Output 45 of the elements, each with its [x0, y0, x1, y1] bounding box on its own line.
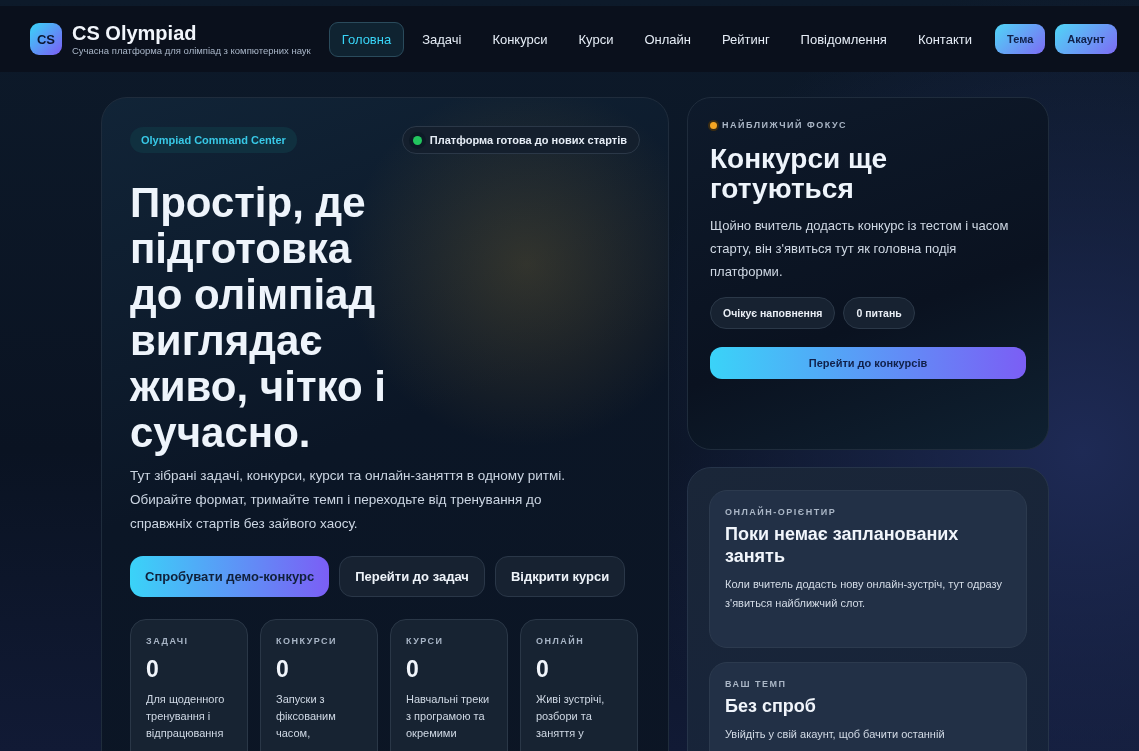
nav-link[interactable]: Повідомлення [787, 21, 900, 57]
contests-button[interactable]: Перейти до конкурсів [710, 347, 1026, 379]
nav-link[interactable]: Курси [565, 21, 627, 57]
site-subtitle: Сучасна платформа для олімпіад з компютерних наук [72, 45, 311, 56]
stat-label: КУРСИ [406, 636, 445, 646]
stat-description: Запуски з фіксованим часом, [276, 692, 337, 741]
hero-title: Простір, де підготовка до олімпіад виглядає живо, чітко і сучасно. [130, 180, 387, 456]
stat-label: КОНКУРСИ [276, 636, 339, 646]
stat-value: 0 [406, 656, 420, 683]
focus-text: Щойно вчитель додасть конкурс із тестом і часом старту, він з'явиться тут як головна подія платформи. [710, 217, 1010, 281]
nav-link[interactable]: Рейтинг [708, 21, 783, 57]
card-eyebrow: ВАШ ТЕМП [725, 679, 788, 689]
hero-badge: Olympiad Command Center [130, 127, 297, 153]
nav-link[interactable]: Головна [328, 21, 405, 57]
header-button[interactable]: Акаунт [1055, 24, 1117, 54]
card-title: Без спроб [725, 695, 817, 717]
logo-icon[interactable]: CS [30, 23, 62, 55]
stat-description: Живі зустрічі, розбори та заняття у [536, 692, 606, 741]
nav-link[interactable]: Контакти [904, 21, 985, 57]
hero-description: Тут зібрані задачі, конкурси, курси та онлайн-заняття в одному ритмі. Обирайте формат, тримайте темп і переходьте від тренування до справжніх стартів без зайвого хаосу. [130, 467, 566, 533]
status-text: Платформа готова до нових стартів [429, 134, 627, 146]
card-eyebrow: ОНЛАЙН-ОРІЄНТИР [725, 507, 838, 517]
stat-description: Для щоденного тренування і відпрацювання [146, 692, 226, 741]
nav-link[interactable]: Задачі [409, 21, 475, 57]
stat-label: ОНЛАЙН [536, 636, 586, 646]
stat-label: ЗАДАЧІ [146, 636, 190, 646]
secondary-button[interactable]: Перейти до задач [339, 556, 485, 597]
focus-dot [710, 121, 717, 129]
focus-eyebrow: НАЙБЛИЖЧИЙ ФОКУС [722, 120, 847, 130]
card-text: Коли вчитель додасть нову онлайн-зустріч, тут одразу з'явиться найближчий слот. [725, 577, 1003, 611]
site-title: CS Olympiad [72, 22, 198, 45]
stat-value: 0 [536, 656, 550, 683]
stat-value: 0 [146, 656, 160, 683]
stat-value: 0 [276, 656, 290, 683]
status-chip: 0 питань [843, 297, 915, 329]
focus-title: Конкурси ще готуються [710, 144, 889, 204]
secondary-button[interactable]: Відкрити курси [494, 556, 626, 597]
header-button[interactable]: Тема [995, 24, 1046, 54]
card-text: Увійдіть у свій акаунт, щоб бачити останній [725, 727, 946, 742]
status-chip: Очікує наповнення [710, 297, 836, 329]
card-title: Поки немає запланованих занять [725, 523, 960, 567]
nav-link[interactable]: Онлайн [631, 21, 704, 57]
nav-link[interactable]: Конкурси [479, 21, 561, 57]
primary-button[interactable]: Спробувати демо-конкурс [130, 556, 330, 597]
stat-description: Навчальні треки з програмою та окремими [406, 692, 491, 741]
